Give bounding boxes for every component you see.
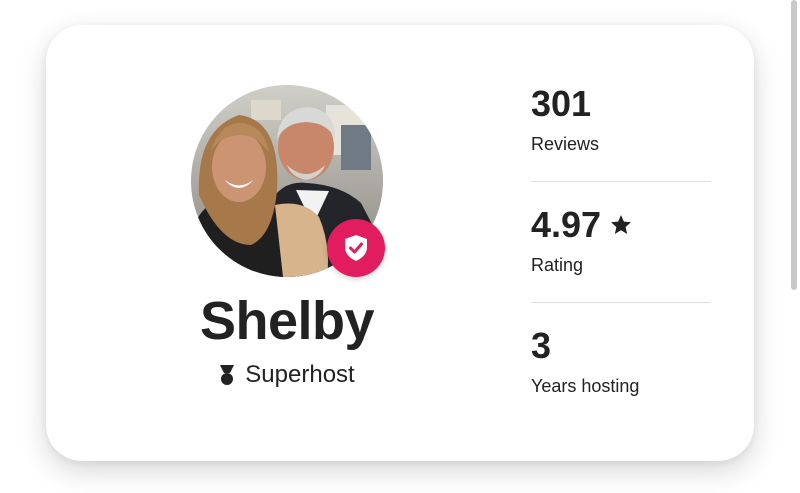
rating-value-row: 4.97 xyxy=(531,204,711,246)
years-hosting-label: Years hosting xyxy=(531,376,640,396)
superhost-badge: Superhost xyxy=(171,361,403,389)
host-stats: 301 Reviews 4.97 Rating 3 Years hosting xyxy=(531,83,711,423)
shield-check-icon xyxy=(345,235,367,261)
rating-value: 4.97 xyxy=(531,204,602,245)
stat-rating: 4.97 Rating xyxy=(531,204,711,302)
star-icon xyxy=(609,213,633,237)
host-name: Shelby xyxy=(199,291,375,351)
years-hosting-value: 3 xyxy=(531,325,552,366)
reviews-count: 301 xyxy=(531,83,592,124)
rating-label: Rating xyxy=(531,255,584,275)
superhost-label: Superhost xyxy=(245,361,355,388)
stat-reviews[interactable]: 301 Reviews xyxy=(531,83,711,181)
scrollbar[interactable] xyxy=(791,0,797,290)
divider xyxy=(531,302,711,303)
superhost-medal-icon xyxy=(220,365,235,385)
avatar-container xyxy=(191,85,385,277)
verified-badge xyxy=(327,219,385,277)
host-profile: Shelby Superhost xyxy=(191,85,391,405)
host-profile-card[interactable]: Shelby Superhost 301 Reviews 4.97 Rating… xyxy=(46,25,754,461)
reviews-label: Reviews xyxy=(531,134,600,154)
divider xyxy=(531,181,711,182)
stat-years-hosting: 3 Years hosting xyxy=(531,325,711,423)
